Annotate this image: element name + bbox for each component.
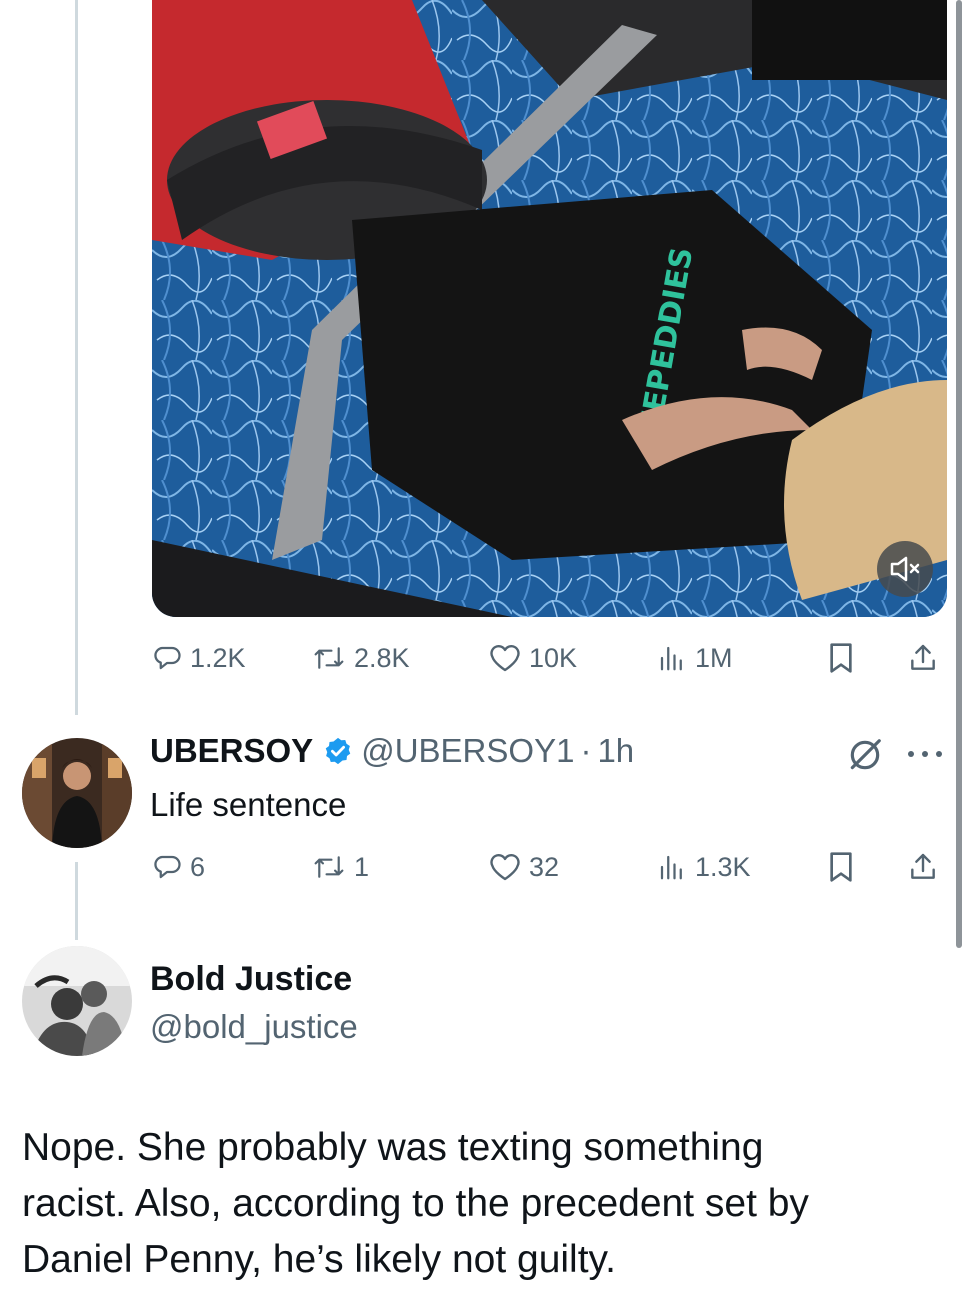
speaker-muted-icon [889,555,921,583]
post-body: Nope. She probably was texting something… [22,1120,942,1288]
share-icon [907,851,939,883]
reply-count: 6 [190,851,206,882]
like-button[interactable]: 32 [489,852,559,883]
views-chart-icon [657,643,687,673]
heart-icon [489,852,521,882]
scrollbar[interactable] [956,0,962,948]
tweet-action-bar: 1.2K 2.8K 10K 1M [152,638,947,678]
reply-icon [152,852,182,882]
reply-count: 1.2K [190,642,246,673]
display-name[interactable]: UBERSOY [150,732,313,770]
like-count: 32 [529,851,560,882]
like-count: 10K [529,642,578,673]
reply-text: Life sentence [150,786,347,823]
like-button[interactable]: 10K [489,643,577,674]
share-icon [907,642,939,674]
repost-count: 2.8K [354,642,410,673]
views-count: 1M [695,642,733,673]
post-body-line: racist. Also, according to the precedent… [22,1182,809,1225]
repost-icon [312,852,346,882]
repost-button[interactable]: 2.8K [312,643,410,674]
views-chart-icon [657,852,687,882]
bookmark-icon [827,851,855,883]
post-time[interactable]: 1h [597,732,634,770]
views-count: 1.3K [695,851,751,882]
reply-button[interactable]: 1.2K [152,643,246,674]
thread-line [75,0,78,715]
repost-count: 1 [354,851,370,882]
reply-action-bar: 6 1 32 1.3K [152,847,947,887]
user-handle[interactable]: @UBERSOY1 [361,732,574,770]
heart-icon [489,643,521,673]
bookmark-icon [827,642,855,674]
grok-icon[interactable] [846,736,884,779]
user-handle[interactable]: @bold_justice [150,1008,358,1046]
verified-badge-icon [323,736,353,766]
avatar-ubersoy[interactable] [22,738,132,848]
reply-header: UBERSOY @UBERSOY1 · 1h [150,732,940,770]
mute-button[interactable] [877,541,933,597]
avatar-bold-justice[interactable] [22,946,132,1056]
share-button[interactable] [907,642,947,674]
more-options-icon[interactable] [905,746,945,767]
views-button[interactable]: 1M [657,643,733,674]
reply-button[interactable]: 6 [152,852,205,883]
repost-icon [312,643,346,673]
post-body-line: Daniel Penny, he’s likely not guilty. [22,1238,616,1281]
display-name[interactable]: Bold Justice [150,960,352,999]
thread-line [75,862,78,940]
post-body-line: Nope. She probably was texting something [22,1126,764,1169]
share-button[interactable] [907,851,947,883]
bookmark-button[interactable] [827,851,863,883]
repost-button[interactable]: 1 [312,852,369,883]
separator-dot: · [580,732,592,769]
tweet-video[interactable]: ZEPEDDIES [152,0,947,617]
views-button[interactable]: 1.3K [657,852,751,883]
bookmark-button[interactable] [827,642,863,674]
reply-icon [152,643,182,673]
